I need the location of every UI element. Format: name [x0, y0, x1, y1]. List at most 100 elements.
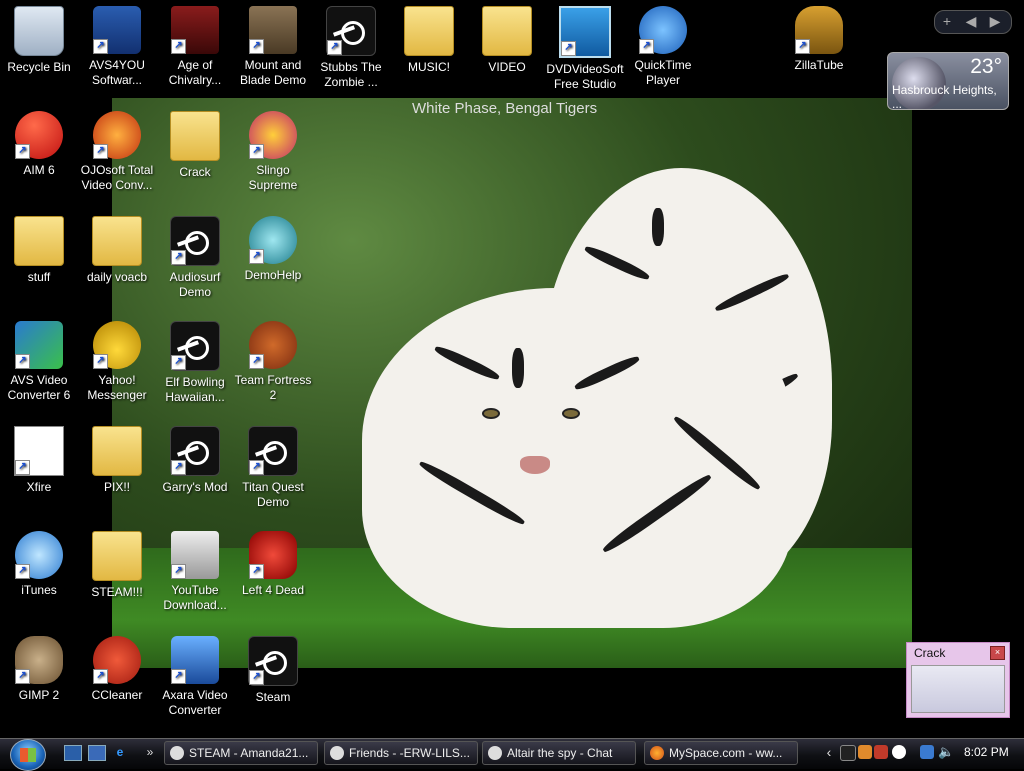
team-fortress-icon: ↗	[249, 321, 297, 369]
tray-app-icon[interactable]	[858, 745, 872, 759]
desktop[interactable]: White Phase, Bengal Tigers Recycle Bin ↗ A…	[0, 0, 1024, 738]
desktop-icon[interactable]: ↗ Team Fortress 2	[234, 319, 312, 419]
folder-icon	[92, 426, 142, 476]
weather-temperature: 23°	[970, 55, 1002, 78]
desktop-icon-label: VIDEO	[488, 60, 526, 74]
crack-folder-window[interactable]: Crack ×	[906, 642, 1010, 718]
steam-icon: ↗	[248, 636, 298, 686]
shortcut-arrow-icon: ↗	[171, 564, 186, 579]
folder-icon	[170, 111, 220, 161]
desktop-icon[interactable]: ↗ DVDVideoSoft Free Studio	[546, 4, 624, 104]
shortcut-arrow-icon: ↗	[639, 39, 654, 54]
shortcut-arrow-icon: ↗	[249, 39, 264, 54]
add-gadget-button[interactable]: +	[935, 11, 959, 31]
taskbar-button[interactable]: STEAM - Amanda21...	[164, 741, 318, 765]
desktop-icon[interactable]: ↗ Elf Bowling Hawaiian...	[156, 319, 234, 419]
desktop-icon[interactable]: ↗ AVS4YOU Softwar...	[78, 4, 156, 104]
show-desktop-icon[interactable]	[64, 745, 82, 761]
itunes-icon: ↗	[15, 531, 63, 579]
shortcut-arrow-icon: ↗	[249, 249, 264, 264]
aim-tray-icon[interactable]	[892, 745, 906, 759]
desktop-icon[interactable]: MUSIC!	[390, 4, 468, 104]
windows-logo-icon	[20, 748, 36, 762]
prev-gadget-button[interactable]: ◀	[959, 11, 983, 31]
taskbar-button[interactable]: Friends - -ERW-LILS...	[324, 741, 478, 765]
desktop-icon[interactable]: ↗ Left 4 Dead	[234, 529, 312, 629]
start-button[interactable]	[10, 739, 46, 771]
taskbar-button[interactable]: Altair the spy - Chat	[482, 741, 636, 765]
taskbar-clock[interactable]: 8:02 PM	[964, 745, 1009, 759]
desktop-icon[interactable]: daily voacb	[78, 214, 156, 314]
steam-icon: ↗	[326, 6, 376, 56]
weather-city: Hasbrouck Heights, ...	[892, 83, 997, 110]
desktop-icon[interactable]: ↗ iTunes	[0, 529, 78, 629]
desktop-icon[interactable]: STEAM!!!	[78, 529, 156, 629]
shortcut-arrow-icon: ↗	[15, 564, 30, 579]
shortcut-arrow-icon: ↗	[171, 460, 186, 475]
desktop-icon[interactable]: stuff	[0, 214, 78, 314]
desktop-icon[interactable]: ↗ Steam	[234, 634, 312, 734]
shortcut-arrow-icon: ↗	[93, 39, 108, 54]
shortcut-arrow-icon: ↗	[795, 39, 810, 54]
desktop-icon-label: ZillaTube	[794, 58, 844, 72]
desktop-icon[interactable]: ↗ YouTube Download...	[156, 529, 234, 629]
desktop-icon[interactable]: ↗ Titan Quest Demo	[234, 424, 312, 524]
tray-expand-button[interactable]: ‹	[822, 745, 836, 759]
age-of-chivalry-icon: ↗	[171, 6, 219, 54]
desktop-icon[interactable]: ↗ GIMP 2	[0, 634, 78, 734]
desktop-icon[interactable]: ↗ Yahoo! Messenger	[78, 319, 156, 419]
avs4you-icon: ↗	[93, 6, 141, 54]
shortcut-arrow-icon: ↗	[15, 354, 30, 369]
quicklaunch-more-button[interactable]: »	[142, 745, 158, 759]
weather-gadget[interactable]: 23° Hasbrouck Heights, ...	[887, 52, 1009, 110]
taskbar-button[interactable]: MySpace.com - ww...	[644, 741, 798, 765]
window-body[interactable]	[911, 665, 1005, 713]
next-gadget-button[interactable]: ▶	[983, 11, 1007, 31]
desktop-icon[interactable]: ↗ Audiosurf Demo	[156, 214, 234, 314]
folder-icon	[92, 216, 142, 266]
desktop-icon[interactable]: ↗ Xfire	[0, 424, 78, 524]
recycle-bin-icon	[14, 6, 64, 56]
desktop-icon[interactable]: VIDEO	[468, 4, 546, 104]
desktop-icon-label: Mount and Blade Demo	[239, 58, 307, 87]
shortcut-arrow-icon: ↗	[327, 40, 342, 55]
steam-icon: ↗	[170, 426, 220, 476]
ie-icon[interactable]: e	[112, 745, 128, 759]
quicktime-icon: ↗	[639, 6, 687, 54]
desktop-icon[interactable]: ↗ CCleaner	[78, 634, 156, 734]
desktop-icon[interactable]: ↗ Axara Video Converter	[156, 634, 234, 734]
gimp-icon: ↗	[15, 636, 63, 684]
xfire-icon: ↗	[14, 426, 64, 476]
desktop-icon[interactable]: ↗ AIM 6	[0, 109, 78, 209]
desktop-icon[interactable]: ↗ QuickTime Player	[624, 4, 702, 104]
desktop-icon[interactable]: ↗ Age of Chivalry...	[156, 4, 234, 104]
desktop-icon-label: GIMP 2	[18, 688, 60, 702]
switch-windows-icon[interactable]	[88, 745, 106, 761]
desktop-icon[interactable]: ↗ Stubbs The Zombie ...	[312, 4, 390, 104]
desktop-icon[interactable]: ↗ Garry's Mod	[156, 424, 234, 524]
desktop-icon[interactable]: ↗ DemoHelp	[234, 214, 312, 314]
axara-icon: ↗	[171, 636, 219, 684]
gadget-bar[interactable]: + ◀ ▶	[934, 10, 1012, 34]
desktop-icon-label: AVS Video Converter 6	[7, 373, 71, 402]
desktop-icon-label: Axara Video Converter	[162, 688, 228, 717]
network-icon[interactable]	[920, 745, 934, 759]
shortcut-arrow-icon: ↗	[249, 670, 264, 685]
desktop-icon-label: Xfire	[26, 480, 52, 494]
desktop-icon[interactable]: ↗ AVS Video Converter 6	[0, 319, 78, 419]
tray-app-icon-2[interactable]	[874, 745, 888, 759]
volume-icon[interactable]: 🔈	[938, 745, 954, 759]
desktop-icon[interactable]: ↗ Slingo Supreme	[234, 109, 312, 209]
desktop-icon[interactable]: Recycle Bin	[0, 4, 78, 104]
steam-tray-icon[interactable]	[840, 745, 856, 761]
desktop-icon[interactable]: PIX!!	[78, 424, 156, 524]
shortcut-arrow-icon: ↗	[171, 250, 186, 265]
desktop-icon[interactable]: ↗ ZillaTube	[780, 4, 858, 104]
taskbar-button-label: MySpace.com - ww...	[669, 746, 783, 760]
desktop-icon[interactable]: ↗ Mount and Blade Demo	[234, 4, 312, 104]
close-button[interactable]: ×	[990, 646, 1005, 660]
desktop-icon[interactable]: Crack	[156, 109, 234, 209]
shortcut-arrow-icon: ↗	[561, 41, 576, 56]
desktop-icon[interactable]: ↗ OJOsoft Total Video Conv...	[78, 109, 156, 209]
shortcut-arrow-icon: ↗	[249, 564, 264, 579]
